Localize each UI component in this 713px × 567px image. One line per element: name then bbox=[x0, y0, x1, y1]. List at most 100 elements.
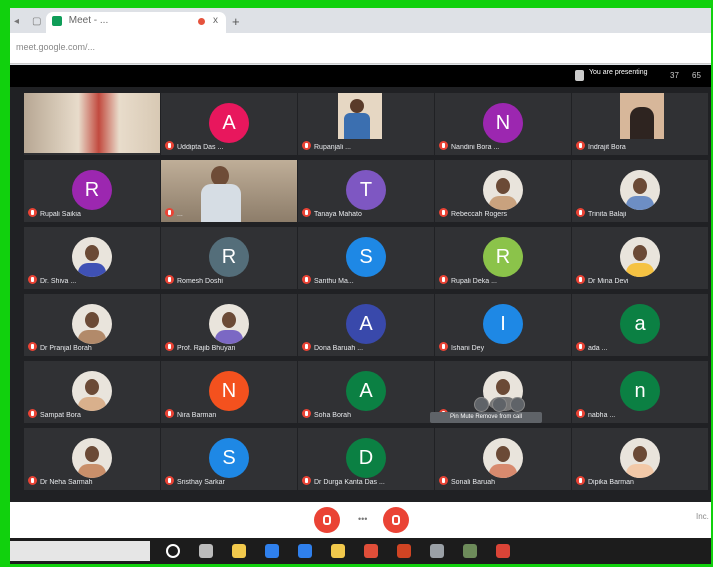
participant-tile[interactable]: R Rupali Deka ... bbox=[435, 227, 571, 289]
participant-tile[interactable]: R Romesh Doshi bbox=[161, 227, 297, 289]
participant-name: Dipika Barman bbox=[588, 479, 634, 486]
mic-muted-icon bbox=[576, 275, 585, 284]
participant-count[interactable]: 37 bbox=[670, 71, 679, 80]
participant-name: Nira Barman bbox=[177, 412, 217, 419]
mic-muted-icon bbox=[165, 208, 174, 217]
mic-off-button[interactable] bbox=[314, 507, 340, 533]
mic-muted-icon bbox=[302, 409, 311, 418]
participant-tile[interactable]: T Tanaya Mahato bbox=[298, 160, 434, 222]
office-taskbar-icon[interactable] bbox=[364, 544, 378, 558]
participant-name: Ishani Dey bbox=[451, 345, 485, 352]
hover-tooltip: Pin Mute Remove from call bbox=[430, 412, 542, 423]
participant-photo bbox=[483, 170, 523, 210]
participant-tile[interactable]: N Nira Barman bbox=[161, 361, 297, 423]
participant-tile[interactable]: A Soha Borah bbox=[298, 361, 434, 423]
participant-avatar: R bbox=[209, 237, 249, 277]
address-bar[interactable]: meet.google.com/... bbox=[10, 33, 711, 64]
participant-tile[interactable]: Sampat Bora bbox=[24, 361, 160, 423]
participant-tile[interactable]: D Dr Durga Kanta Das ... bbox=[298, 428, 434, 490]
explorer-taskbar-icon[interactable] bbox=[232, 544, 246, 558]
store-taskbar-icon[interactable] bbox=[331, 544, 345, 558]
mic-muted-icon bbox=[439, 141, 448, 150]
participant-tile[interactable]: S Santhu Ma... bbox=[298, 227, 434, 289]
window-menu-icon[interactable]: ◂ bbox=[14, 16, 19, 27]
participant-tile[interactable]: Rebeccah Rogers bbox=[435, 160, 571, 222]
participant-name: Indrajit Bora bbox=[588, 144, 626, 151]
start-taskbar-icon[interactable] bbox=[166, 544, 180, 558]
participant-tile[interactable]: Trinita Balaji bbox=[572, 160, 708, 222]
mail-taskbar-icon[interactable] bbox=[298, 544, 312, 558]
participant-tile[interactable]: Rupanjali ... bbox=[298, 93, 434, 155]
mic-off-icon bbox=[323, 515, 331, 525]
gallery-taskbar-icon[interactable] bbox=[463, 544, 477, 558]
ppt-taskbar-icon[interactable] bbox=[397, 544, 411, 558]
participant-tile[interactable]: I Ishani Dey bbox=[435, 294, 571, 356]
meet-call-area: You are presenting 37 65 A Uddipta Das ..… bbox=[10, 65, 711, 502]
settings-taskbar-icon[interactable] bbox=[430, 544, 444, 558]
participant-tile[interactable]: N Nandini Bora ... bbox=[435, 93, 571, 155]
participant-tile[interactable]: R Rupali Saikia bbox=[24, 160, 160, 222]
mic-muted-icon bbox=[302, 141, 311, 150]
participant-tile[interactable] bbox=[24, 93, 160, 155]
new-tab-button[interactable]: + bbox=[232, 14, 240, 29]
participant-tile[interactable]: Dipika Barman bbox=[572, 428, 708, 490]
mic-muted-icon bbox=[28, 275, 37, 284]
edge-taskbar-icon[interactable] bbox=[265, 544, 279, 558]
participant-tile[interactable]: ... bbox=[161, 160, 297, 222]
tab-meet[interactable]: Meet - ... x bbox=[46, 12, 226, 33]
chat-count[interactable]: 65 bbox=[692, 71, 701, 80]
participant-avatar: A bbox=[209, 103, 249, 143]
mic-muted-icon bbox=[28, 208, 37, 217]
participant-name: Trinita Balaji bbox=[588, 211, 627, 218]
participant-tile[interactable]: a ada ... bbox=[572, 294, 708, 356]
present-screen-icon bbox=[575, 70, 584, 81]
chrome-taskbar-icon[interactable] bbox=[496, 544, 510, 558]
participant-tile[interactable]: Dr Neha Sarmah bbox=[24, 428, 160, 490]
participant-tile[interactable]: n nabha ... bbox=[572, 361, 708, 423]
participant-avatar: A bbox=[346, 304, 386, 344]
mic-muted-icon bbox=[165, 275, 174, 284]
participant-photo bbox=[72, 438, 112, 478]
leave-call-button[interactable]: ••• bbox=[358, 514, 367, 524]
participant-tile[interactable]: Dr Mina Devi bbox=[572, 227, 708, 289]
pin-icon[interactable] bbox=[474, 397, 489, 412]
participant-tile[interactable]: Prof. Rajib Bhuyan bbox=[161, 294, 297, 356]
participant-tile[interactable]: Sonali Baruah bbox=[435, 428, 571, 490]
task-view-taskbar-icon[interactable] bbox=[199, 544, 213, 558]
taskbar-search-box[interactable] bbox=[10, 541, 150, 561]
participant-avatar: R bbox=[483, 237, 523, 277]
mute-participant-icon[interactable] bbox=[492, 397, 507, 412]
tab-close-icon[interactable]: x bbox=[213, 15, 218, 26]
participant-name: Santhu Ma... bbox=[314, 278, 354, 285]
participant-tile[interactable]: Indrajit Bora bbox=[572, 93, 708, 155]
mic-muted-icon bbox=[439, 342, 448, 351]
participant-photo bbox=[72, 371, 112, 411]
participant-name: Uddipta Das ... bbox=[177, 144, 224, 151]
participant-tile[interactable]: Dr. Shiva ... bbox=[24, 227, 160, 289]
camera-off-button[interactable] bbox=[383, 507, 409, 533]
participant-avatar: T bbox=[346, 170, 386, 210]
presenting-indicator[interactable]: You are presenting bbox=[571, 65, 663, 87]
participant-photo bbox=[620, 237, 660, 277]
meet-favicon-icon bbox=[52, 15, 62, 26]
presenting-label: You are presenting bbox=[589, 69, 648, 76]
participant-name: ... bbox=[177, 211, 183, 218]
participant-name: Rebeccah Rogers bbox=[451, 211, 508, 218]
meet-top-bar: You are presenting 37 65 bbox=[10, 65, 711, 87]
bottom-right-text: Inc. bbox=[696, 512, 709, 521]
participant-name: Dr. Shiva ... bbox=[40, 278, 77, 285]
tab-list-icon[interactable]: ▢ bbox=[32, 16, 41, 27]
mic-muted-icon bbox=[165, 476, 174, 485]
participant-tile[interactable]: S Sristhay Sarkar bbox=[161, 428, 297, 490]
participant-photo bbox=[620, 438, 660, 478]
url-text: meet.google.com/... bbox=[16, 42, 96, 52]
participant-name: Soha Borah bbox=[314, 412, 351, 419]
participant-tile[interactable]: A Dona Baruah ... bbox=[298, 294, 434, 356]
participant-name: Rupanjali ... bbox=[314, 144, 351, 151]
remove-participant-icon[interactable] bbox=[510, 397, 525, 412]
mic-muted-icon bbox=[439, 275, 448, 284]
participant-tile[interactable]: A Uddipta Das ... bbox=[161, 93, 297, 155]
participant-tile[interactable]: Dr Pranjal Borah bbox=[24, 294, 160, 356]
browser-window: ◂ ▢ Meet - ... x + meet.google.com/... Y… bbox=[10, 8, 711, 564]
participant-name: Dr Neha Sarmah bbox=[40, 479, 93, 486]
